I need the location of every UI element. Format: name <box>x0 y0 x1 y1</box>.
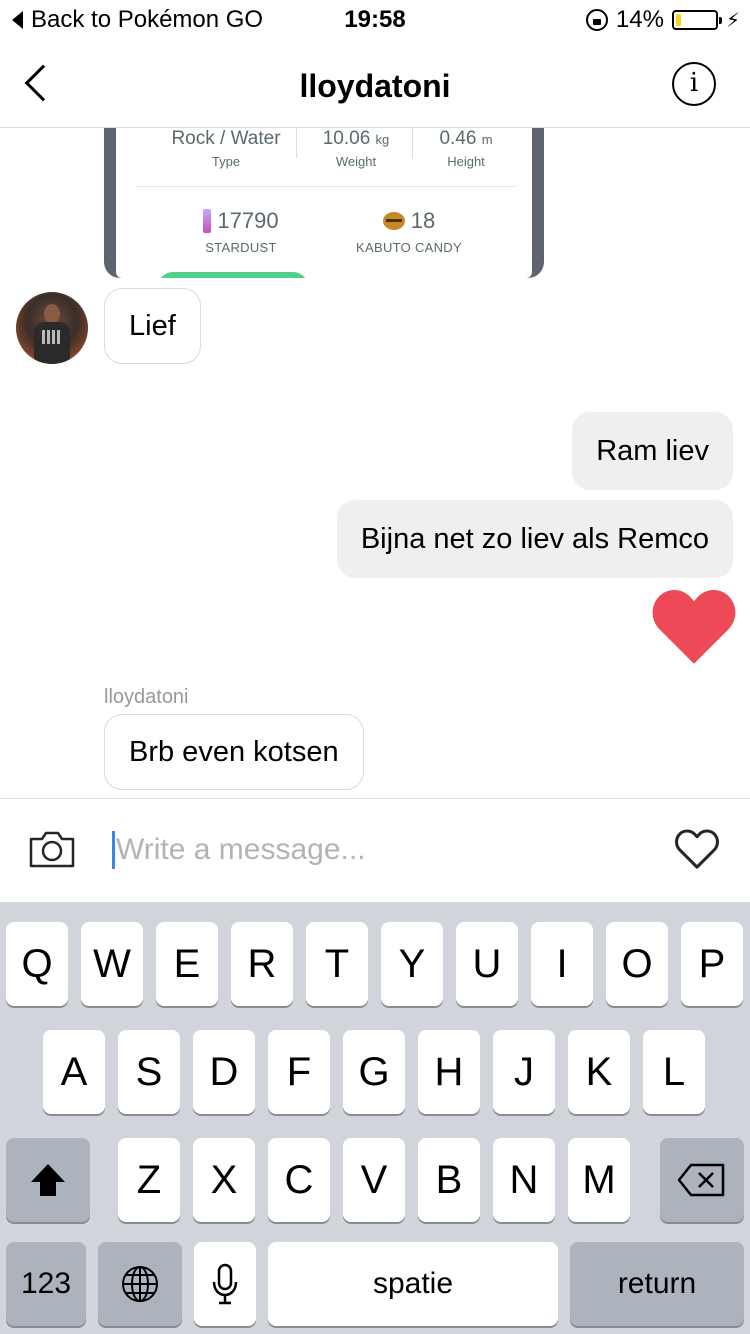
key-z[interactable]: Z <box>118 1138 180 1222</box>
globe-icon <box>122 1266 158 1302</box>
stat-type-value: Rock / Water <box>171 128 281 149</box>
stat-height-unit: m <box>481 132 493 147</box>
battery-icon <box>671 10 722 30</box>
key-i[interactable]: I <box>531 922 593 1006</box>
key-a[interactable]: A <box>43 1030 105 1114</box>
key-f[interactable]: F <box>268 1030 330 1114</box>
message-input[interactable] <box>116 827 636 873</box>
power-up-button <box>158 272 308 278</box>
key-m[interactable]: M <box>568 1138 630 1222</box>
candy-stat: 18 KABUTO CANDY <box>334 208 484 255</box>
charging-bolt-icon: ⚡︎ <box>725 9 740 32</box>
key-p[interactable]: P <box>681 922 743 1006</box>
shift-arrow-icon <box>31 1164 65 1196</box>
battery-percent: 14% <box>615 6 664 33</box>
message-text: Bijna net zo liev als Remco <box>360 522 709 555</box>
message-text: Lief <box>129 309 176 342</box>
stat-type: Rock / Water Type <box>156 128 296 169</box>
message-bubble-incoming[interactable]: Lief <box>104 288 201 364</box>
stardust-stat: 17790 STARDUST <box>176 208 306 255</box>
key-v[interactable]: V <box>343 1138 405 1222</box>
keyboard: 123 spatie return QWERTYUIOP ASDFGHJKL ZXC… <box>0 902 750 1334</box>
numbers-key[interactable]: 123 <box>6 1242 86 1326</box>
candy-value: 18 <box>410 208 436 233</box>
message-text: Brb even kotsen <box>129 735 339 768</box>
message-bubble-outgoing[interactable]: Bijna net zo liev als Remco <box>336 500 733 578</box>
sender-name: lloydatoni <box>104 686 189 708</box>
status-bar: Back to Pokémon GO 19:58 14% ⚡︎ <box>0 0 750 40</box>
key-s[interactable]: S <box>118 1030 180 1114</box>
message-bubble-outgoing[interactable]: Ram liev <box>572 412 733 490</box>
divider <box>136 186 516 187</box>
backspace-icon <box>677 1163 725 1197</box>
camera-icon[interactable] <box>28 829 76 869</box>
avatar-head <box>44 304 60 324</box>
candy-icon <box>382 212 405 230</box>
key-j[interactable]: J <box>493 1030 555 1114</box>
key-o[interactable]: O <box>606 922 668 1006</box>
key-r[interactable]: R <box>231 922 293 1006</box>
key-u[interactable]: U <box>456 922 518 1006</box>
key-x[interactable]: X <box>193 1138 255 1222</box>
key-n[interactable]: N <box>493 1138 555 1222</box>
stat-height-label: Height <box>447 154 485 169</box>
shift-key[interactable] <box>6 1138 90 1222</box>
key-k[interactable]: K <box>568 1030 630 1114</box>
backspace-key[interactable] <box>660 1138 744 1222</box>
stat-weight-value: 10.06 <box>322 128 371 149</box>
space-key[interactable]: spatie <box>268 1242 558 1326</box>
like-heart-icon[interactable] <box>674 828 720 870</box>
globe-key[interactable] <box>98 1242 182 1326</box>
heart-reaction-icon[interactable] <box>652 590 736 664</box>
stat-type-label: Type <box>211 154 241 169</box>
divider <box>412 126 413 158</box>
message-text: Ram liev <box>596 434 709 467</box>
message-bubble-incoming[interactable]: Brb even kotsen <box>104 714 364 790</box>
stat-weight-label: Weight <box>335 154 377 169</box>
key-g[interactable]: G <box>343 1030 405 1114</box>
conversation-header: lloydatoni i <box>0 40 750 128</box>
avatar[interactable] <box>16 292 88 364</box>
conversation-title[interactable]: lloydatoni <box>0 68 750 105</box>
key-w[interactable]: W <box>81 922 143 1006</box>
key-h[interactable]: H <box>418 1030 480 1114</box>
key-q[interactable]: Q <box>6 922 68 1006</box>
key-e[interactable]: E <box>156 922 218 1006</box>
microphone-icon <box>212 1263 238 1305</box>
status-right: 14% ⚡︎ <box>585 6 740 34</box>
divider <box>296 126 297 158</box>
return-key[interactable]: return <box>570 1242 744 1326</box>
dictation-key[interactable] <box>194 1242 256 1326</box>
candy-label: KABUTO CANDY <box>356 240 462 255</box>
stat-height-value: 0.46 <box>439 128 477 149</box>
compose-bar <box>0 798 750 902</box>
stat-height: 0.46 m Height <box>416 128 516 169</box>
stardust-value: 17790 <box>217 208 279 233</box>
stat-weight-unit: kg <box>375 132 390 147</box>
avatar-shirt-print <box>42 330 62 344</box>
key-l[interactable]: L <box>643 1030 705 1114</box>
text-cursor <box>112 831 115 869</box>
stat-weight: 10.06 kg Weight <box>306 128 406 169</box>
key-t[interactable]: T <box>306 922 368 1006</box>
stardust-icon <box>203 209 212 233</box>
key-d[interactable]: D <box>193 1030 255 1114</box>
key-y[interactable]: Y <box>381 922 443 1006</box>
key-c[interactable]: C <box>268 1138 330 1222</box>
stardust-label: STARDUST <box>205 240 277 255</box>
info-icon[interactable]: i <box>672 62 716 106</box>
rotation-lock-icon <box>585 9 608 31</box>
key-b[interactable]: B <box>418 1138 480 1222</box>
